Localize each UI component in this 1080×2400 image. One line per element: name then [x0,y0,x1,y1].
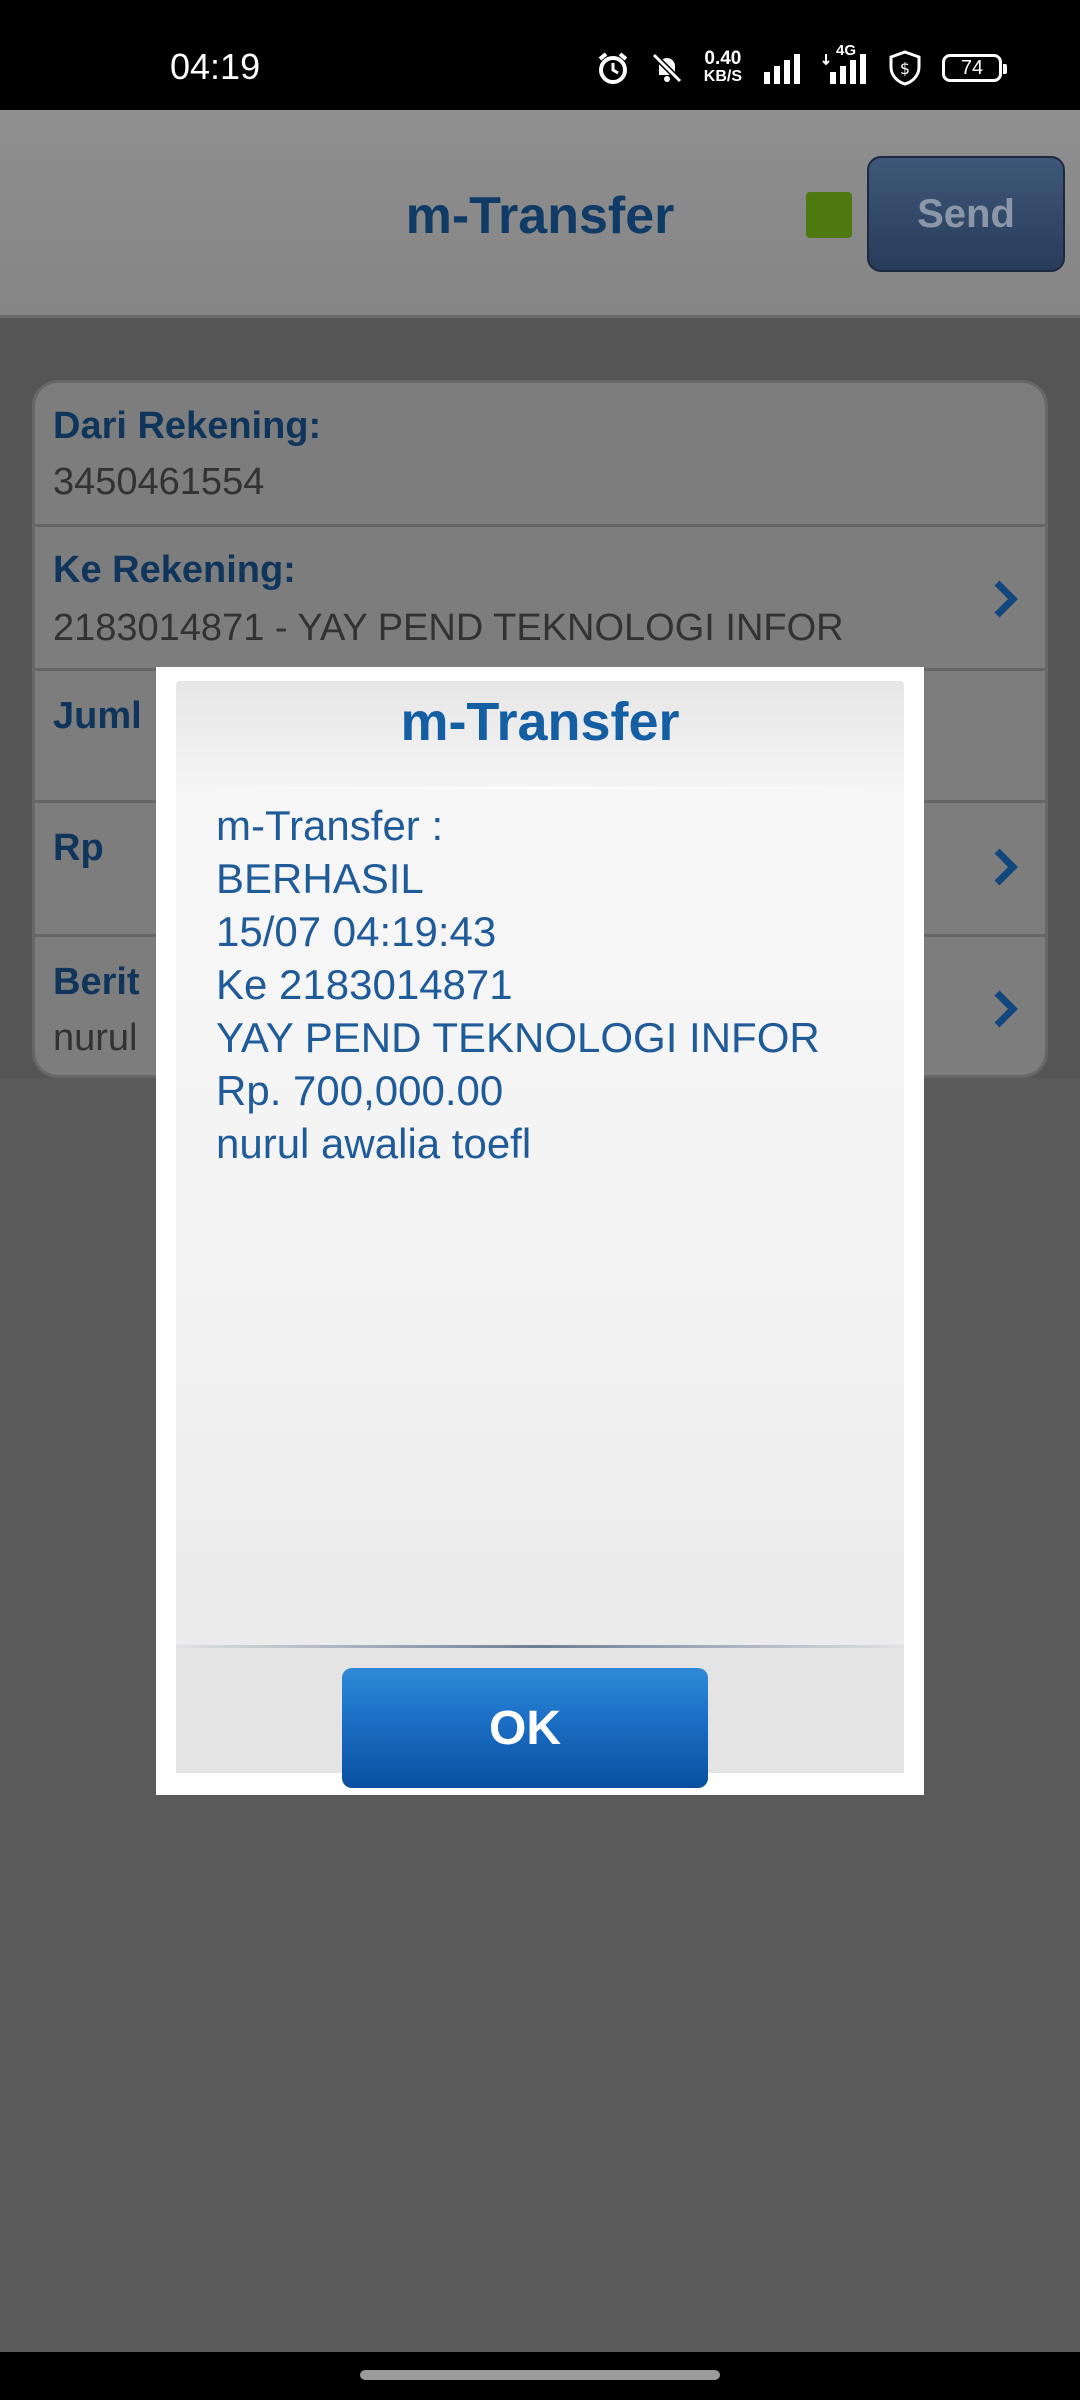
chevron-right-icon [994,580,1018,618]
home-gesture-handle[interactable] [360,2370,720,2380]
message-line: nurul awalia toefl [216,1120,532,1167]
from-account-row: Dari Rekening: 3450461554 [35,383,1045,527]
chevron-right-icon [994,848,1018,886]
alarm-icon [598,52,628,84]
network-type: 4G [836,42,857,59]
dialog-title: m-Transfer [400,692,680,752]
chevron-right-icon [994,990,1018,1028]
result-dialog: m-Transfer m-Transfer : BERHASIL 15/07 0… [156,667,924,1795]
network-speed-unit: KB/S [703,68,742,85]
shield-dollar-icon: $ [889,50,921,86]
mute-bell-icon [651,52,682,84]
status-icons: 0.40 KB/S 4G $ 74 [596,42,1007,86]
from-account-label: Dari Rekening: [53,405,322,447]
navigation-bar [0,2352,1080,2400]
dialog-message: m-Transfer : BERHASIL 15/07 04:19:43 Ke … [216,799,876,1170]
message-line: YAY PEND TEKNOLOGI INFOR [216,1014,820,1061]
message-line: m-Transfer : [216,802,444,849]
status-time: 04:19 [170,46,261,87]
to-account-value: 2183014871 - YAY PEND TEKNOLOGI INFOR [53,607,844,649]
message-label: Berit [53,961,140,1003]
divider [196,787,884,789]
to-account-label: Ke Rekening: [53,549,296,591]
status-bar: 04:19 0.40 KB/S 4G $ 74 [0,0,1080,110]
svg-text:$: $ [900,59,910,78]
to-account-row[interactable]: Ke Rekening: 2183014871 - YAY PEND TEKNO… [35,527,1045,671]
message-value: nurul [53,1017,138,1059]
signal-icon [764,54,800,84]
network-speed-value: 0.40 [704,48,742,69]
battery-indicator: 74 [942,54,1007,82]
from-account-value: 3450461554 [53,461,265,503]
dialog-body: m-Transfer m-Transfer : BERHASIL 15/07 0… [176,681,904,1773]
signal-4g: 4G [822,42,868,84]
status-indicator [806,192,852,238]
app-header: m-Transfer Send [0,110,1080,318]
currency-label: Rp [53,827,104,869]
amount-label: Juml [53,695,142,737]
send-button[interactable]: Send [867,156,1065,272]
battery-level: 74 [960,56,984,79]
message-line: 15/07 04:19:43 [216,908,497,955]
ok-button[interactable]: OK [342,1668,708,1788]
message-line: Rp. 700,000.00 [216,1067,504,1114]
network-speed: 0.40 KB/S [703,48,742,86]
message-line: Ke 2183014871 [216,961,513,1008]
message-line: BERHASIL [216,855,424,902]
